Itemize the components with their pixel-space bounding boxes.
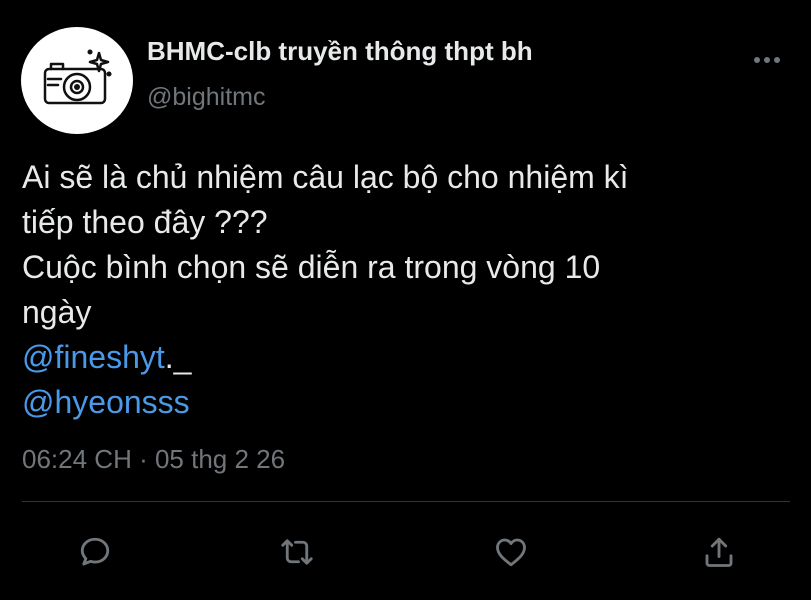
reply-button[interactable] [73,530,117,574]
retweet-icon [281,539,313,565]
mention-line: @hyeonsss [22,380,792,425]
tweet-line: Cuộc bình chọn sẽ diễn ra trong vòng 10 [22,249,601,285]
divider [22,501,790,502]
display-name[interactable]: BHMC-clb truyền thông thpt bh [147,36,533,67]
mention-line: @fineshyt._ [22,335,792,380]
mention-link[interactable]: @hyeonsss [22,384,190,420]
share-button[interactable] [697,530,741,574]
tweet-line: tiếp theo đây ??? [22,204,268,240]
retweet-button[interactable] [275,530,319,574]
more-options-icon[interactable] [752,50,782,70]
tweet-line: ngày [22,294,92,330]
heart-icon [496,538,526,567]
like-button[interactable] [489,530,533,574]
tweet-text: Ai sẽ là chủ nhiệm câu lạc bộ cho nhiệm … [22,155,792,425]
mention-link[interactable]: @fineshyt [22,339,165,375]
tweet-line: Ai sẽ là chủ nhiệm câu lạc bộ cho nhiệm … [22,159,629,195]
mention-suffix: ._ [164,339,192,375]
comment-icon [80,537,110,566]
user-handle[interactable]: @bighitmc [147,83,265,112]
tweet-timestamp[interactable]: 06:24 CH · 05 thg 2 26 [22,444,285,475]
share-icon [705,537,733,567]
avatar[interactable] [21,27,133,134]
camera-icon [43,49,112,105]
